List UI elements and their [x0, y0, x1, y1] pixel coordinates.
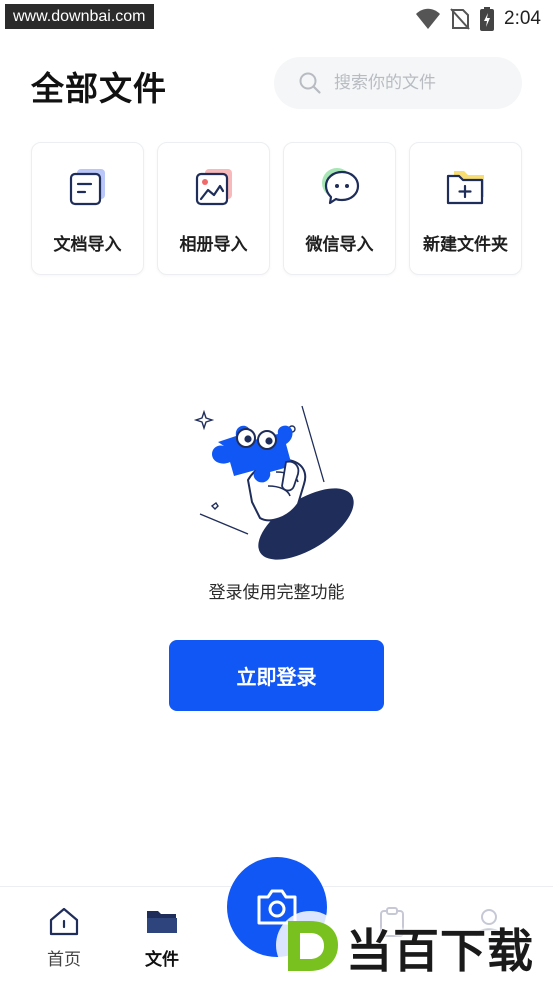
search-input[interactable] — [334, 73, 504, 93]
puzzle-hand-illustration — [193, 405, 354, 560]
login-button[interactable]: 立即登录 — [169, 640, 384, 711]
wifi-icon — [416, 8, 441, 29]
search-box[interactable] — [274, 57, 522, 109]
album-import-icon — [195, 169, 232, 206]
folder-icon — [147, 911, 177, 933]
search-icon — [299, 72, 321, 94]
nav-home[interactable]: 首页 — [24, 905, 104, 970]
status-bar: 2:04 — [416, 7, 541, 31]
battery-charging-icon — [480, 7, 495, 31]
wechat-import-button[interactable]: 微信导入 — [283, 142, 396, 275]
brand-watermark-text: 当百下载 — [346, 924, 534, 978]
document-import-button[interactable]: 文档导入 — [31, 142, 144, 275]
nav-files-label: 文件 — [145, 950, 179, 970]
site-watermark: www.downbai.com — [5, 4, 154, 29]
document-import-icon — [69, 169, 105, 206]
nav-files[interactable]: 文件 — [122, 905, 202, 970]
no-sim-icon — [450, 8, 470, 30]
brand-watermark: 当百下载 — [268, 903, 553, 983]
status-time: 2:04 — [504, 8, 541, 29]
new-folder-button[interactable]: 新建文件夹 — [409, 142, 522, 275]
page-title: 全部文件 — [31, 69, 167, 108]
new-folder-label: 新建文件夹 — [423, 235, 508, 255]
album-import-button[interactable]: 相册导入 — [157, 142, 270, 275]
home-icon — [49, 907, 79, 936]
quick-actions: 文档导入 相册导入 微信导入 新建文件夹 — [31, 142, 522, 275]
nav-home-label: 首页 — [47, 950, 81, 970]
album-import-label: 相册导入 — [179, 235, 248, 255]
wechat-import-label: 微信导入 — [305, 235, 374, 255]
new-folder-icon — [446, 171, 484, 205]
login-hint-text: 登录使用完整功能 — [208, 583, 345, 603]
wechat-import-icon — [321, 168, 359, 205]
brand-logo-icon — [276, 911, 344, 979]
document-import-label: 文档导入 — [53, 235, 122, 255]
